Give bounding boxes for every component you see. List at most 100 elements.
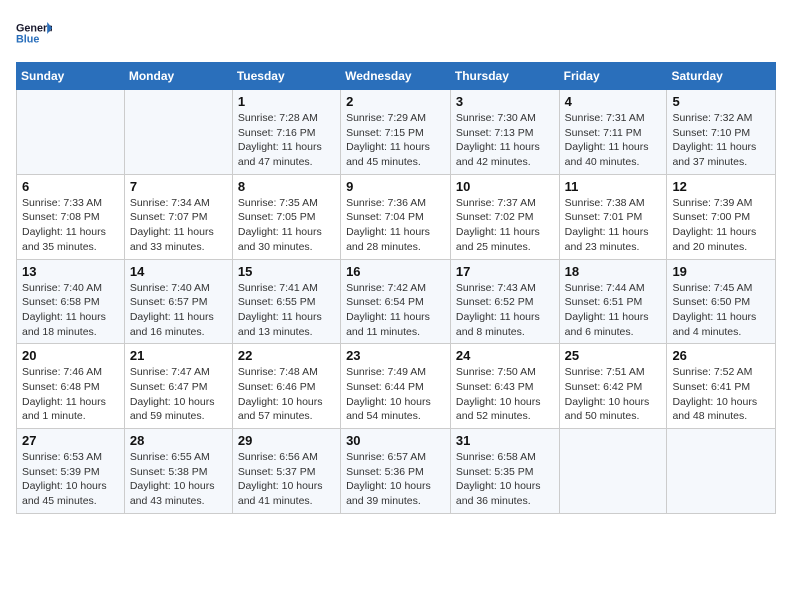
day-info: Sunrise: 7:38 AM Sunset: 7:01 PM Dayligh…	[565, 196, 662, 255]
day-number: 22	[238, 348, 335, 363]
calendar-cell: 13 Sunrise: 7:40 AM Sunset: 6:58 PM Dayli…	[17, 259, 125, 344]
calendar-cell: 22 Sunrise: 7:48 AM Sunset: 6:46 PM Dayli…	[232, 344, 340, 429]
calendar-cell: 6 Sunrise: 7:33 AM Sunset: 7:08 PM Daylig…	[17, 174, 125, 259]
day-info: Sunrise: 7:47 AM Sunset: 6:47 PM Dayligh…	[130, 365, 227, 424]
day-info: Sunrise: 7:49 AM Sunset: 6:44 PM Dayligh…	[346, 365, 445, 424]
weekday-header-wednesday: Wednesday	[341, 63, 451, 90]
day-number: 13	[22, 264, 119, 279]
weekday-header-sunday: Sunday	[17, 63, 125, 90]
day-number: 1	[238, 94, 335, 109]
day-info: Sunrise: 6:53 AM Sunset: 5:39 PM Dayligh…	[22, 450, 119, 509]
calendar-week-row: 13 Sunrise: 7:40 AM Sunset: 6:58 PM Dayli…	[17, 259, 776, 344]
calendar-cell: 27 Sunrise: 6:53 AM Sunset: 5:39 PM Dayli…	[17, 429, 125, 514]
day-number: 16	[346, 264, 445, 279]
calendar-cell	[667, 429, 776, 514]
day-info: Sunrise: 7:30 AM Sunset: 7:13 PM Dayligh…	[456, 111, 554, 170]
day-info: Sunrise: 7:46 AM Sunset: 6:48 PM Dayligh…	[22, 365, 119, 424]
day-info: Sunrise: 7:39 AM Sunset: 7:00 PM Dayligh…	[672, 196, 770, 255]
day-info: Sunrise: 7:28 AM Sunset: 7:16 PM Dayligh…	[238, 111, 335, 170]
day-number: 24	[456, 348, 554, 363]
day-number: 7	[130, 179, 227, 194]
day-info: Sunrise: 7:33 AM Sunset: 7:08 PM Dayligh…	[22, 196, 119, 255]
calendar-week-row: 6 Sunrise: 7:33 AM Sunset: 7:08 PM Daylig…	[17, 174, 776, 259]
day-info: Sunrise: 7:45 AM Sunset: 6:50 PM Dayligh…	[672, 281, 770, 340]
calendar-cell: 31Sunrise: 6:58 AM Sunset: 5:35 PM Dayli…	[450, 429, 559, 514]
day-info: Sunrise: 7:51 AM Sunset: 6:42 PM Dayligh…	[565, 365, 662, 424]
day-info: Sunrise: 7:50 AM Sunset: 6:43 PM Dayligh…	[456, 365, 554, 424]
day-info: Sunrise: 7:40 AM Sunset: 6:57 PM Dayligh…	[130, 281, 227, 340]
page-header: General Blue	[16, 16, 776, 52]
calendar-table: SundayMondayTuesdayWednesdayThursdayFrid…	[16, 62, 776, 514]
svg-text:General: General	[16, 23, 52, 35]
calendar-cell: 4 Sunrise: 7:31 AM Sunset: 7:11 PM Daylig…	[559, 90, 667, 175]
calendar-cell: 17 Sunrise: 7:43 AM Sunset: 6:52 PM Dayli…	[450, 259, 559, 344]
calendar-cell: 14Sunrise: 7:40 AM Sunset: 6:57 PM Dayli…	[124, 259, 232, 344]
day-info: Sunrise: 6:57 AM Sunset: 5:36 PM Dayligh…	[346, 450, 445, 509]
day-info: Sunrise: 7:34 AM Sunset: 7:07 PM Dayligh…	[130, 196, 227, 255]
day-info: Sunrise: 6:55 AM Sunset: 5:38 PM Dayligh…	[130, 450, 227, 509]
day-info: Sunrise: 7:41 AM Sunset: 6:55 PM Dayligh…	[238, 281, 335, 340]
calendar-cell: 9Sunrise: 7:36 AM Sunset: 7:04 PM Daylig…	[341, 174, 451, 259]
day-info: Sunrise: 7:48 AM Sunset: 6:46 PM Dayligh…	[238, 365, 335, 424]
day-number: 25	[565, 348, 662, 363]
calendar-cell: 26 Sunrise: 7:52 AM Sunset: 6:41 PM Dayli…	[667, 344, 776, 429]
calendar-cell: 19 Sunrise: 7:45 AM Sunset: 6:50 PM Dayli…	[667, 259, 776, 344]
calendar-cell: 2Sunrise: 7:29 AM Sunset: 7:15 PM Daylig…	[341, 90, 451, 175]
day-number: 27	[22, 433, 119, 448]
day-number: 10	[456, 179, 554, 194]
day-number: 17	[456, 264, 554, 279]
day-number: 5	[672, 94, 770, 109]
calendar-cell: 11Sunrise: 7:38 AM Sunset: 7:01 PM Dayli…	[559, 174, 667, 259]
day-number: 30	[346, 433, 445, 448]
calendar-cell: 15 Sunrise: 7:41 AM Sunset: 6:55 PM Dayli…	[232, 259, 340, 344]
day-number: 4	[565, 94, 662, 109]
day-info: Sunrise: 7:40 AM Sunset: 6:58 PM Dayligh…	[22, 281, 119, 340]
day-number: 21	[130, 348, 227, 363]
logo-icon: General Blue	[16, 16, 52, 52]
calendar-cell: 21 Sunrise: 7:47 AM Sunset: 6:47 PM Dayli…	[124, 344, 232, 429]
day-info: Sunrise: 7:31 AM Sunset: 7:11 PM Dayligh…	[565, 111, 662, 170]
calendar-cell	[559, 429, 667, 514]
day-number: 23	[346, 348, 445, 363]
calendar-cell: 7 Sunrise: 7:34 AM Sunset: 7:07 PM Daylig…	[124, 174, 232, 259]
weekday-header-saturday: Saturday	[667, 63, 776, 90]
calendar-week-row: 27 Sunrise: 6:53 AM Sunset: 5:39 PM Dayli…	[17, 429, 776, 514]
day-info: Sunrise: 7:43 AM Sunset: 6:52 PM Dayligh…	[456, 281, 554, 340]
day-number: 8	[238, 179, 335, 194]
weekday-header-monday: Monday	[124, 63, 232, 90]
calendar-cell: 18Sunrise: 7:44 AM Sunset: 6:51 PM Dayli…	[559, 259, 667, 344]
day-number: 26	[672, 348, 770, 363]
day-info: Sunrise: 7:36 AM Sunset: 7:04 PM Dayligh…	[346, 196, 445, 255]
day-number: 20	[22, 348, 119, 363]
calendar-cell: 3 Sunrise: 7:30 AM Sunset: 7:13 PM Daylig…	[450, 90, 559, 175]
calendar-cell: 16 Sunrise: 7:42 AM Sunset: 6:54 PM Dayli…	[341, 259, 451, 344]
weekday-header-friday: Friday	[559, 63, 667, 90]
day-info: Sunrise: 7:37 AM Sunset: 7:02 PM Dayligh…	[456, 196, 554, 255]
calendar-cell: 10 Sunrise: 7:37 AM Sunset: 7:02 PM Dayli…	[450, 174, 559, 259]
calendar-header-row: SundayMondayTuesdayWednesdayThursdayFrid…	[17, 63, 776, 90]
calendar-week-row: 20 Sunrise: 7:46 AM Sunset: 6:48 PM Dayli…	[17, 344, 776, 429]
calendar-cell: 20 Sunrise: 7:46 AM Sunset: 6:48 PM Dayli…	[17, 344, 125, 429]
calendar-cell: 28Sunrise: 6:55 AM Sunset: 5:38 PM Dayli…	[124, 429, 232, 514]
day-number: 29	[238, 433, 335, 448]
calendar-cell: 24 Sunrise: 7:50 AM Sunset: 6:43 PM Dayli…	[450, 344, 559, 429]
day-number: 19	[672, 264, 770, 279]
day-number: 3	[456, 94, 554, 109]
calendar-cell: 25 Sunrise: 7:51 AM Sunset: 6:42 PM Dayli…	[559, 344, 667, 429]
day-info: Sunrise: 7:42 AM Sunset: 6:54 PM Dayligh…	[346, 281, 445, 340]
svg-text:Blue: Blue	[16, 33, 39, 45]
day-number: 6	[22, 179, 119, 194]
calendar-week-row: 1 Sunrise: 7:28 AM Sunset: 7:16 PM Daylig…	[17, 90, 776, 175]
calendar-cell: 12Sunrise: 7:39 AM Sunset: 7:00 PM Dayli…	[667, 174, 776, 259]
weekday-header-thursday: Thursday	[450, 63, 559, 90]
day-info: Sunrise: 7:52 AM Sunset: 6:41 PM Dayligh…	[672, 365, 770, 424]
calendar-cell: 29 Sunrise: 6:56 AM Sunset: 5:37 PM Dayli…	[232, 429, 340, 514]
day-number: 15	[238, 264, 335, 279]
day-number: 31	[456, 433, 554, 448]
day-info: Sunrise: 6:56 AM Sunset: 5:37 PM Dayligh…	[238, 450, 335, 509]
day-info: Sunrise: 7:32 AM Sunset: 7:10 PM Dayligh…	[672, 111, 770, 170]
calendar-cell: 8Sunrise: 7:35 AM Sunset: 7:05 PM Daylig…	[232, 174, 340, 259]
calendar-cell: 30 Sunrise: 6:57 AM Sunset: 5:36 PM Dayli…	[341, 429, 451, 514]
logo: General Blue	[16, 16, 52, 52]
weekday-header-tuesday: Tuesday	[232, 63, 340, 90]
